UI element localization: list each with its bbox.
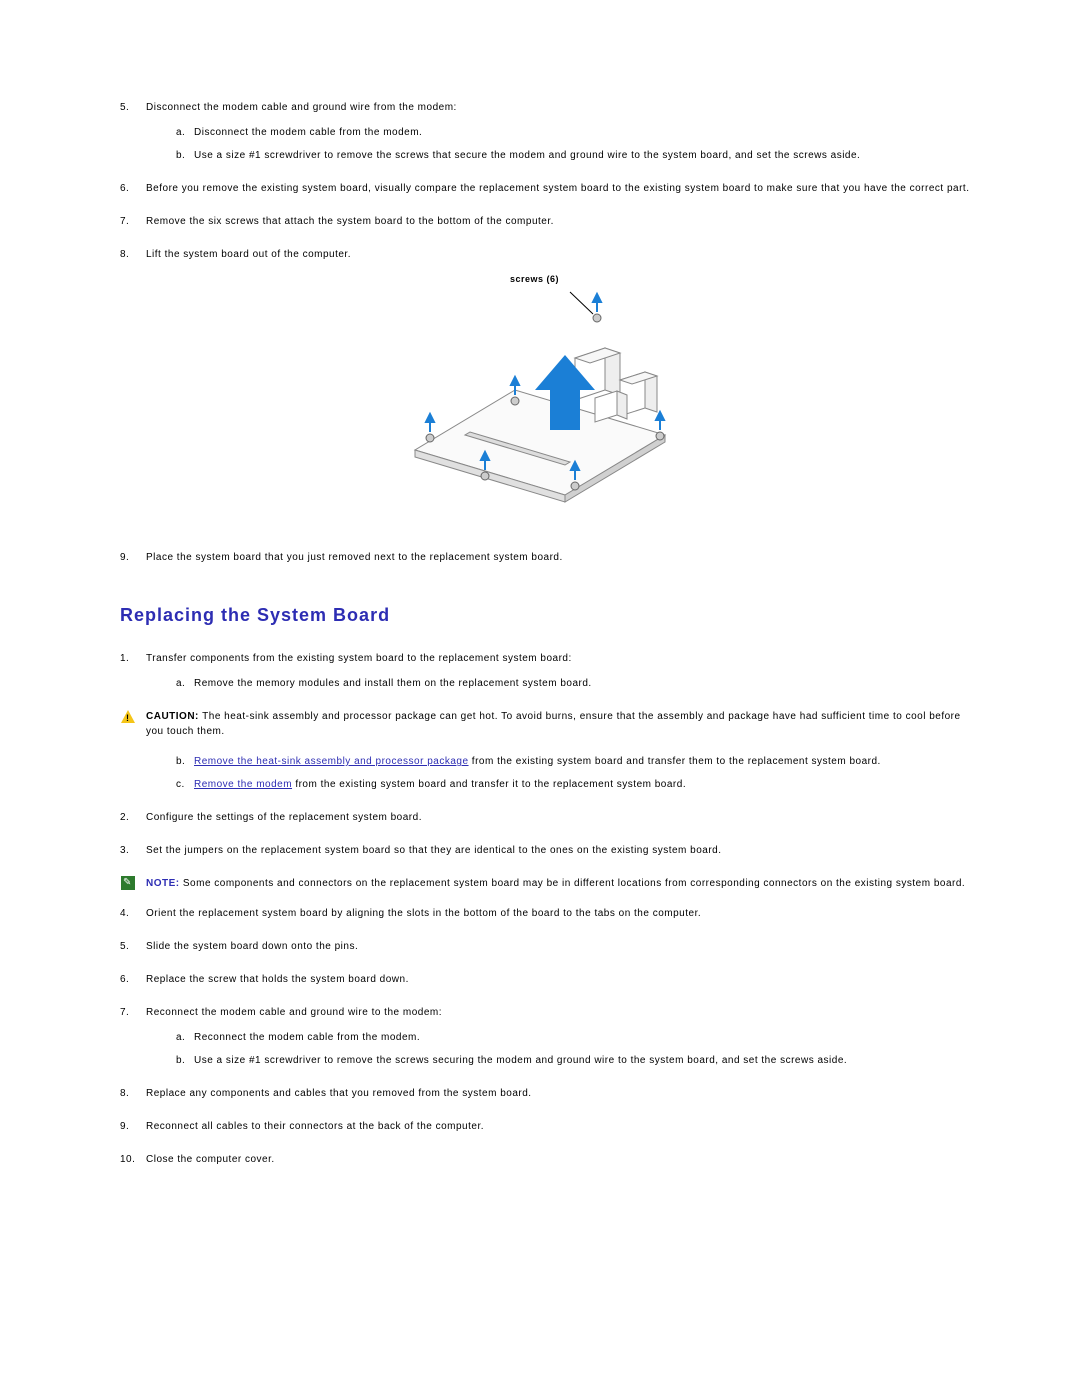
note-label: NOTE: xyxy=(146,878,183,889)
caution-text: The heat-sink assembly and processor pac… xyxy=(146,711,961,737)
r-step-1c: c. Remove the modem from the existing sy… xyxy=(176,777,970,792)
step-number: 1. xyxy=(120,651,129,666)
step-number: 7. xyxy=(120,214,129,229)
step-number: 9. xyxy=(120,1119,129,1134)
removal-steps-list: 5. Disconnect the modem cable and ground… xyxy=(120,100,970,262)
step-text: Place the system board that you just rem… xyxy=(146,552,563,563)
step-text: Configure the settings of the replacemen… xyxy=(146,812,422,823)
substep-letter: b. xyxy=(176,1053,185,1068)
step-number: 5. xyxy=(120,100,129,115)
r-step-6: 6. Replace the screw that holds the syst… xyxy=(120,972,970,987)
substep-text: Use a size #1 screwdriver to remove the … xyxy=(194,150,860,161)
step-text: Set the jumpers on the replacement syste… xyxy=(146,845,722,856)
r-step-1: 1. Transfer components from the existing… xyxy=(120,651,970,691)
substep-letter: a. xyxy=(176,125,185,140)
diagram-svg xyxy=(365,280,725,520)
substep-tail: from the existing system board and trans… xyxy=(469,756,881,767)
step-text: Slide the system board down onto the pin… xyxy=(146,941,358,952)
step-number: 3. xyxy=(120,843,129,858)
section-heading-replacing: Replacing the System Board xyxy=(120,605,970,626)
note-icon xyxy=(120,876,136,890)
substep-letter: a. xyxy=(176,676,185,691)
step-number: 4. xyxy=(120,906,129,921)
removal-step-9-list: 9. Place the system board that you just … xyxy=(120,550,970,565)
caution-icon xyxy=(120,709,136,723)
step-5-substeps: a. Disconnect the modem cable from the m… xyxy=(146,125,970,163)
step-5b: b. Use a size #1 screwdriver to remove t… xyxy=(176,148,970,163)
step-text: Before you remove the existing system bo… xyxy=(146,183,969,194)
step-6: 6. Before you remove the existing system… xyxy=(120,181,970,196)
caution-label: CAUTION: xyxy=(146,711,202,722)
r-step-7a: a. Reconnect the modem cable from the mo… xyxy=(176,1030,970,1045)
step-text: Replace any components and cables that y… xyxy=(146,1088,532,1099)
r-step-7: 7. Reconnect the modem cable and ground … xyxy=(120,1005,970,1068)
r-step-1-bc-item: b. Remove the heat-sink assembly and pro… xyxy=(120,754,970,792)
heatsink-link[interactable]: Remove the heat-sink assembly and proces… xyxy=(194,756,469,767)
r-step-4: 4. Orient the replacement system board b… xyxy=(120,906,970,921)
step-text: Disconnect the modem cable and ground wi… xyxy=(146,102,457,113)
r-step-7-substeps: a. Reconnect the modem cable from the mo… xyxy=(146,1030,970,1068)
substep-letter: b. xyxy=(176,148,185,163)
r-steps-4-10: 4. Orient the replacement system board b… xyxy=(120,906,970,1167)
step-text: Reconnect the modem cable and ground wir… xyxy=(146,1007,442,1018)
modem-link[interactable]: Remove the modem xyxy=(194,779,292,790)
step-number: 9. xyxy=(120,550,129,565)
substep-letter: c. xyxy=(176,777,185,792)
r-steps-2-3: 2. Configure the settings of the replace… xyxy=(120,810,970,858)
substep-text: Use a size #1 screwdriver to remove the … xyxy=(194,1055,847,1066)
step-number: 2. xyxy=(120,810,129,825)
substep-letter: a. xyxy=(176,1030,185,1045)
substep-text: Disconnect the modem cable from the mode… xyxy=(194,127,422,138)
r-step-1a: a. Remove the memory modules and install… xyxy=(176,676,970,691)
substep-letter: b. xyxy=(176,754,185,769)
step-text: Lift the system board out of the compute… xyxy=(146,249,351,260)
caution-callout: CAUTION: The heat-sink assembly and proc… xyxy=(120,709,970,739)
r-step-1-substeps-bc: b. Remove the heat-sink assembly and pro… xyxy=(146,754,970,792)
page-content: 5. Disconnect the modem cable and ground… xyxy=(0,0,1080,1397)
step-number: 8. xyxy=(120,247,129,262)
step-5a: a. Disconnect the modem cable from the m… xyxy=(176,125,970,140)
replacing-steps-list: 1. Transfer components from the existing… xyxy=(120,651,970,691)
step-number: 6. xyxy=(120,972,129,987)
step-9: 9. Place the system board that you just … xyxy=(120,550,970,565)
step-number: 6. xyxy=(120,181,129,196)
step-number: 8. xyxy=(120,1086,129,1101)
r-step-5: 5. Slide the system board down onto the … xyxy=(120,939,970,954)
r-step-7b: b. Use a size #1 screwdriver to remove t… xyxy=(176,1053,970,1068)
system-board-diagram: screws (6) xyxy=(365,280,725,520)
step-text: Close the computer cover. xyxy=(146,1154,275,1165)
note-text-wrap: NOTE: Some components and connectors on … xyxy=(146,876,970,891)
step-text: Replace the screw that holds the system … xyxy=(146,974,409,985)
r-step-8: 8. Replace any components and cables tha… xyxy=(120,1086,970,1101)
r-step-1-substeps-a: a. Remove the memory modules and install… xyxy=(146,676,970,691)
step-number: 7. xyxy=(120,1005,129,1020)
step-5: 5. Disconnect the modem cable and ground… xyxy=(120,100,970,163)
step-number: 5. xyxy=(120,939,129,954)
step-text: Remove the six screws that attach the sy… xyxy=(146,216,554,227)
step-text: Reconnect all cables to their connectors… xyxy=(146,1121,484,1132)
r-step-10: 10. Close the computer cover. xyxy=(120,1152,970,1167)
r-step-1b: b. Remove the heat-sink assembly and pro… xyxy=(176,754,970,769)
caution-text-wrap: CAUTION: The heat-sink assembly and proc… xyxy=(146,709,970,739)
diagram-screws-label: screws (6) xyxy=(510,274,559,284)
substep-text: Reconnect the modem cable from the modem… xyxy=(194,1032,420,1043)
substep-text: Remove the memory modules and install th… xyxy=(194,678,592,689)
note-text: Some components and connectors on the re… xyxy=(183,878,965,889)
step-7: 7. Remove the six screws that attach the… xyxy=(120,214,970,229)
note-callout: NOTE: Some components and connectors on … xyxy=(120,876,970,891)
step-8: 8. Lift the system board out of the comp… xyxy=(120,247,970,262)
step-number: 10. xyxy=(120,1152,135,1167)
r-step-2: 2. Configure the settings of the replace… xyxy=(120,810,970,825)
r-step-9: 9. Reconnect all cables to their connect… xyxy=(120,1119,970,1134)
r-step-3: 3. Set the jumpers on the replacement sy… xyxy=(120,843,970,858)
substep-tail: from the existing system board and trans… xyxy=(292,779,686,790)
step-text: Orient the replacement system board by a… xyxy=(146,908,701,919)
step-text: Transfer components from the existing sy… xyxy=(146,653,572,664)
r-step-1-bc-wrapper: b. Remove the heat-sink assembly and pro… xyxy=(120,754,970,792)
